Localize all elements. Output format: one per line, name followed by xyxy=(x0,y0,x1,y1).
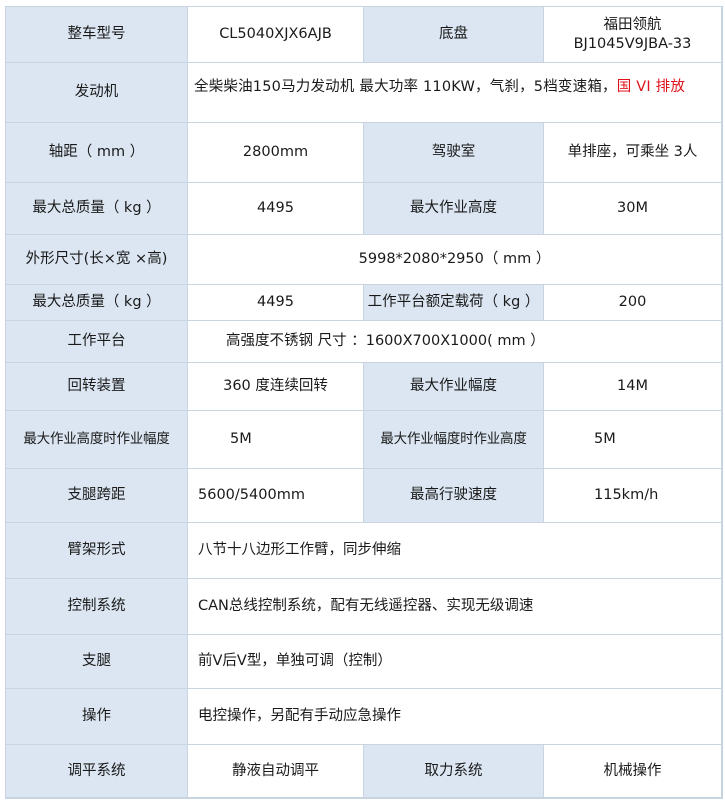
chassis-brand: 福田领航 xyxy=(603,16,662,33)
value-operation: 电控操作，另配有手动应急操作 xyxy=(188,689,722,745)
value-platform-rated-load: 200 xyxy=(544,285,722,321)
label-range-at-max-height: 最大作业高度时作业幅度 xyxy=(6,411,188,469)
value-engine: 全柴柴油150马力发动机 最大功率 110KW，气刹，5档变速箱，国 VI 排放 xyxy=(188,63,722,123)
label-height-at-max-range: 最大作业幅度时作业高度 xyxy=(364,411,544,469)
label-overall-dimensions: 外形尺寸(长×宽 ×高) xyxy=(6,235,188,285)
label-outrigger-span: 支腿跨距 xyxy=(6,469,188,523)
value-overall-dimensions: 5998*2080*2950（ mm ） xyxy=(188,235,722,285)
label-work-platform: 工作平台 xyxy=(6,321,188,363)
label-outriggers: 支腿 xyxy=(6,635,188,689)
value-range-at-max-height: 5M xyxy=(188,411,364,469)
spec-table: 整车型号 CL5040XJX6AJB 底盘 福田领航 BJ1045V9JBA-3… xyxy=(5,6,723,799)
label-max-working-range: 最大作业幅度 xyxy=(364,363,544,411)
chassis-model: BJ1045V9JBA-33 xyxy=(573,35,692,52)
emission-standard: 国 VI 排放 xyxy=(616,79,686,95)
label-slewing-device: 回转装置 xyxy=(6,363,188,411)
label-chassis: 底盘 xyxy=(364,7,544,63)
value-max-total-mass: 4495 xyxy=(188,183,364,235)
label-boom-type: 臂架形式 xyxy=(6,523,188,579)
value-pto-system: 机械操作 xyxy=(544,745,722,798)
label-max-driving-speed: 最高行驶速度 xyxy=(364,469,544,523)
label-leveling-system: 调平系统 xyxy=(6,745,188,798)
label-max-total-mass-2: 最大总质量（ kg ） xyxy=(6,285,188,321)
value-slewing-device: 360 度连续回转 xyxy=(188,363,364,411)
label-pto-system: 取力系统 xyxy=(364,745,544,798)
value-cab: 单排座，可乘坐 3人 xyxy=(544,123,722,183)
value-work-platform: 高强度不锈钢 尺寸 ：1600X700X1000( mm ） xyxy=(188,321,722,363)
value-vehicle-model: CL5040XJX6AJB xyxy=(188,7,364,63)
value-max-working-height: 30M xyxy=(544,183,722,235)
value-outriggers: 前V后V型，单独可调（控制） xyxy=(188,635,722,689)
value-height-at-max-range: 5M xyxy=(544,411,722,469)
value-control-system: CAN总线控制系统，配有无线遥控器、实现无级调速 xyxy=(188,579,722,635)
value-boom-type: 八节十八边形工作臂，同步伸缩 xyxy=(188,523,722,579)
label-vehicle-model: 整车型号 xyxy=(6,7,188,63)
label-cab: 驾驶室 xyxy=(364,123,544,183)
label-control-system: 控制系统 xyxy=(6,579,188,635)
label-max-working-height: 最大作业高度 xyxy=(364,183,544,235)
label-max-total-mass: 最大总质量（ kg ） xyxy=(6,183,188,235)
value-max-working-range: 14M xyxy=(544,363,722,411)
value-max-total-mass-2: 4495 xyxy=(188,285,364,321)
value-wheelbase: 2800mm xyxy=(188,123,364,183)
value-outrigger-span: 5600/5400mm xyxy=(188,469,364,523)
value-max-driving-speed: 115km/h xyxy=(544,469,722,523)
value-leveling-system: 静液自动调平 xyxy=(188,745,364,798)
value-chassis: 福田领航 BJ1045V9JBA-33 xyxy=(544,7,722,63)
label-operation: 操作 xyxy=(6,689,188,745)
label-engine: 发动机 xyxy=(6,63,188,123)
label-platform-rated-load: 工作平台额定载荷（ kg ） xyxy=(364,285,544,321)
label-wheelbase: 轴距（ mm ） xyxy=(6,123,188,183)
